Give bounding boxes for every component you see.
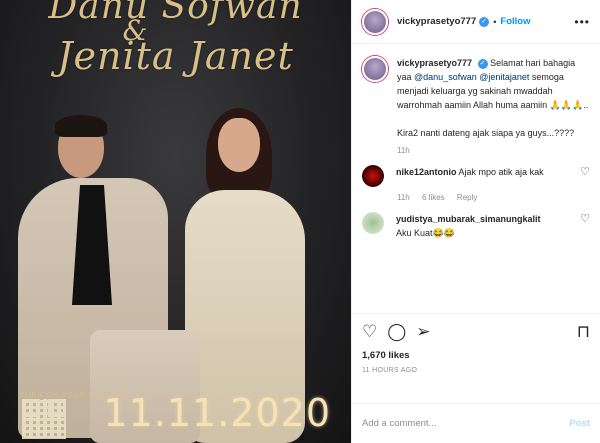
avatar[interactable] [362,8,388,35]
post-actions: ♡ ◯ ➢ ⊓ 1,670 likes 11 HOURS AGO [352,313,600,403]
header-username[interactable]: vickyprasetyo777 [397,16,476,27]
qr-code [22,399,66,439]
post-timestamp: 11 HOURS AGO [362,367,418,374]
add-comment-bar: Add a comment... Post [352,403,600,443]
post-header: vickyprasetyo777 ✓ • Follow ••• [352,0,600,44]
comment-text: nike12antonio Ajak mpo atik aja kak [396,165,544,179]
comment-body: Aku Kuat😂😂 [396,228,455,238]
mention-jenita[interactable]: @jenitajanet [479,72,529,82]
verified-badge-icon: ✓ [479,16,490,27]
caption-username[interactable]: vickyprasetyo777 [397,58,472,68]
comment-item: yudistya_mubarak_simanungkalit Aku Kuat😂… [362,212,590,240]
caption-verified-icon: ✓ [477,58,488,69]
comment-bubble-icon[interactable]: ◯ [387,322,406,342]
more-options-icon[interactable]: ••• [574,15,590,29]
like-comment-heart-icon[interactable]: ♡ [574,165,590,178]
reply-button[interactable]: Reply [457,193,477,202]
comment-likes[interactable]: 6 likes [422,193,445,202]
comment-time: 11h [397,193,410,202]
comments-section[interactable]: vickyprasetyo777 ✓ Selamat hari bahagia … [352,44,600,313]
caption-body-3: Kira2 nanti dateng ajak siapa ya guys...… [397,128,575,138]
like-heart-icon[interactable]: ♡ [362,322,377,342]
instagram-post: Danu Sofwan & Jenita Janet TURN ON YOUR … [0,0,600,443]
comment-item: nike12antonio Ajak mpo atik aja kak ♡ [362,165,590,187]
save-bookmark-icon[interactable]: ⊓ [577,322,590,342]
comment-username[interactable]: yudistya_mubarak_simanungkalit [396,214,541,224]
mention-danu[interactable]: @danu_sofwan [414,72,477,82]
bride-face [218,118,260,172]
comment-meta: 11h 6 likes Reply [397,193,590,202]
post-sidebar: vickyprasetyo777 ✓ • Follow ••• vickypra… [351,0,600,443]
separator-dot: • [493,16,497,27]
caption-meta: 11h [397,146,590,155]
wedding-date: 11.11.2020 [103,391,331,435]
caption: vickyprasetyo777 ✓ Selamat hari bahagia … [362,56,590,140]
comment-avatar[interactable] [362,165,384,187]
comment-input[interactable]: Add a comment... [362,418,436,429]
groom-hair [55,115,107,137]
comment-avatar[interactable] [362,212,384,234]
caption-time: 11h [397,146,410,155]
post-button[interactable]: Post [569,418,590,429]
action-icons: ♡ ◯ ➢ ⊓ [362,322,590,342]
post-photo[interactable]: Danu Sofwan & Jenita Janet TURN ON YOUR … [0,0,351,443]
like-comment-heart-icon[interactable]: ♡ [574,212,590,225]
photo-title-line2: Jenita Janet [57,34,294,78]
comment-body: Ajak mpo atik aja kak [458,167,544,177]
caption-text: vickyprasetyo777 ✓ Selamat hari bahagia … [397,56,590,140]
comment-text: yudistya_mubarak_simanungkalit Aku Kuat😂… [396,212,541,240]
likes-count[interactable]: 1,670 likes [362,350,590,361]
comment-username[interactable]: nike12antonio [396,167,457,177]
caption-avatar[interactable] [362,56,388,82]
share-send-icon[interactable]: ➢ [416,322,430,342]
follow-button[interactable]: Follow [500,16,530,27]
